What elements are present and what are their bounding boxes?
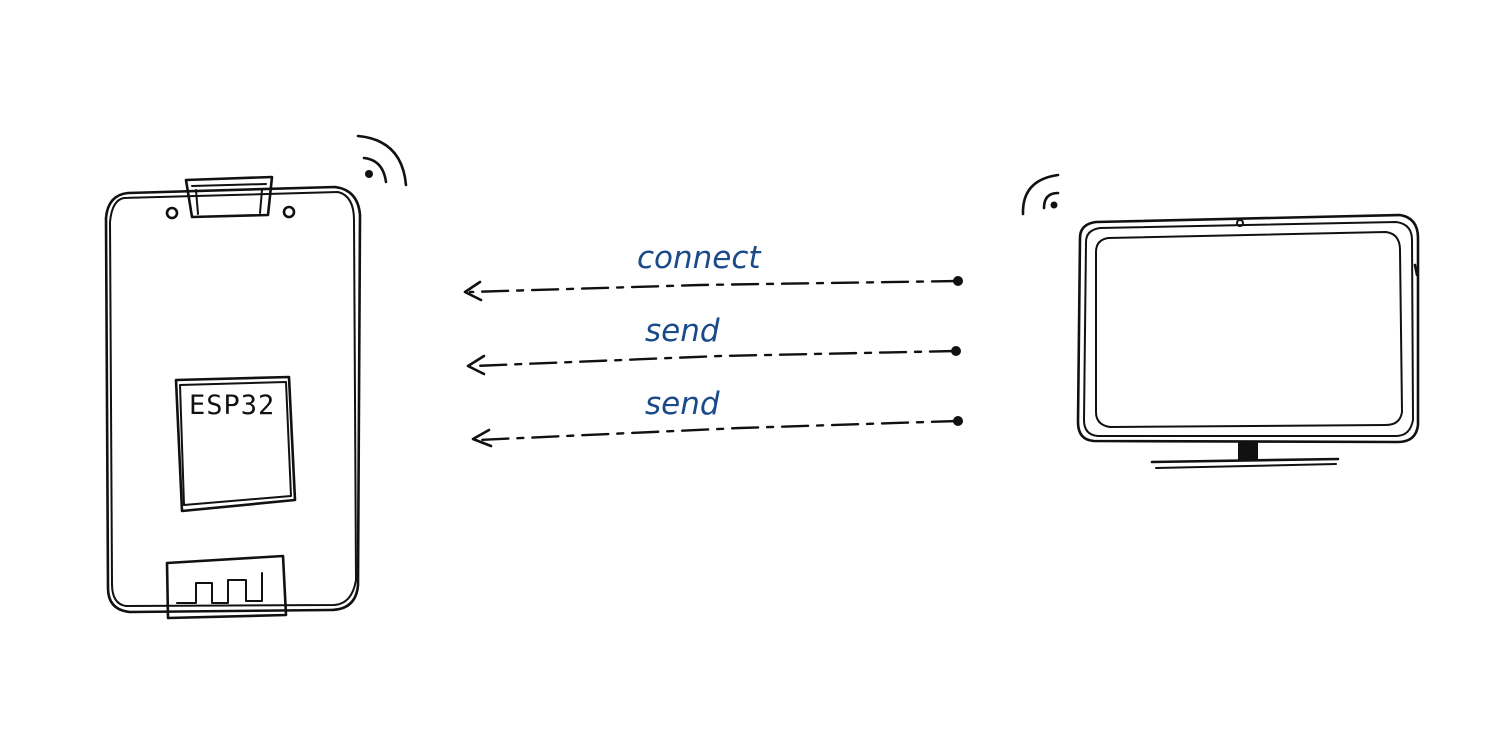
esp32-chip: ESP32 (174, 375, 297, 513)
message-send-1: send (466, 313, 961, 376)
pcb-antenna-icon (165, 554, 288, 620)
message-label: send (645, 386, 720, 422)
mounting-hole-left (165, 206, 179, 220)
diagram-canvas: ESP32 connect send send (104, 134, 1420, 620)
message-send-2: send (471, 386, 963, 448)
esp32-chip-label: ESP32 (189, 390, 275, 421)
message-connect: connect (463, 240, 963, 302)
usb-connector (184, 175, 274, 219)
message-label: connect (637, 240, 762, 276)
mounting-hole-right (282, 205, 296, 219)
wifi-signal-icon (1021, 173, 1060, 216)
wifi-signal-icon (356, 134, 408, 187)
monitor-stand (1150, 442, 1340, 469)
message-label: send (645, 313, 720, 349)
esp32-board: ESP32 (104, 134, 408, 620)
monitor (1021, 173, 1420, 469)
